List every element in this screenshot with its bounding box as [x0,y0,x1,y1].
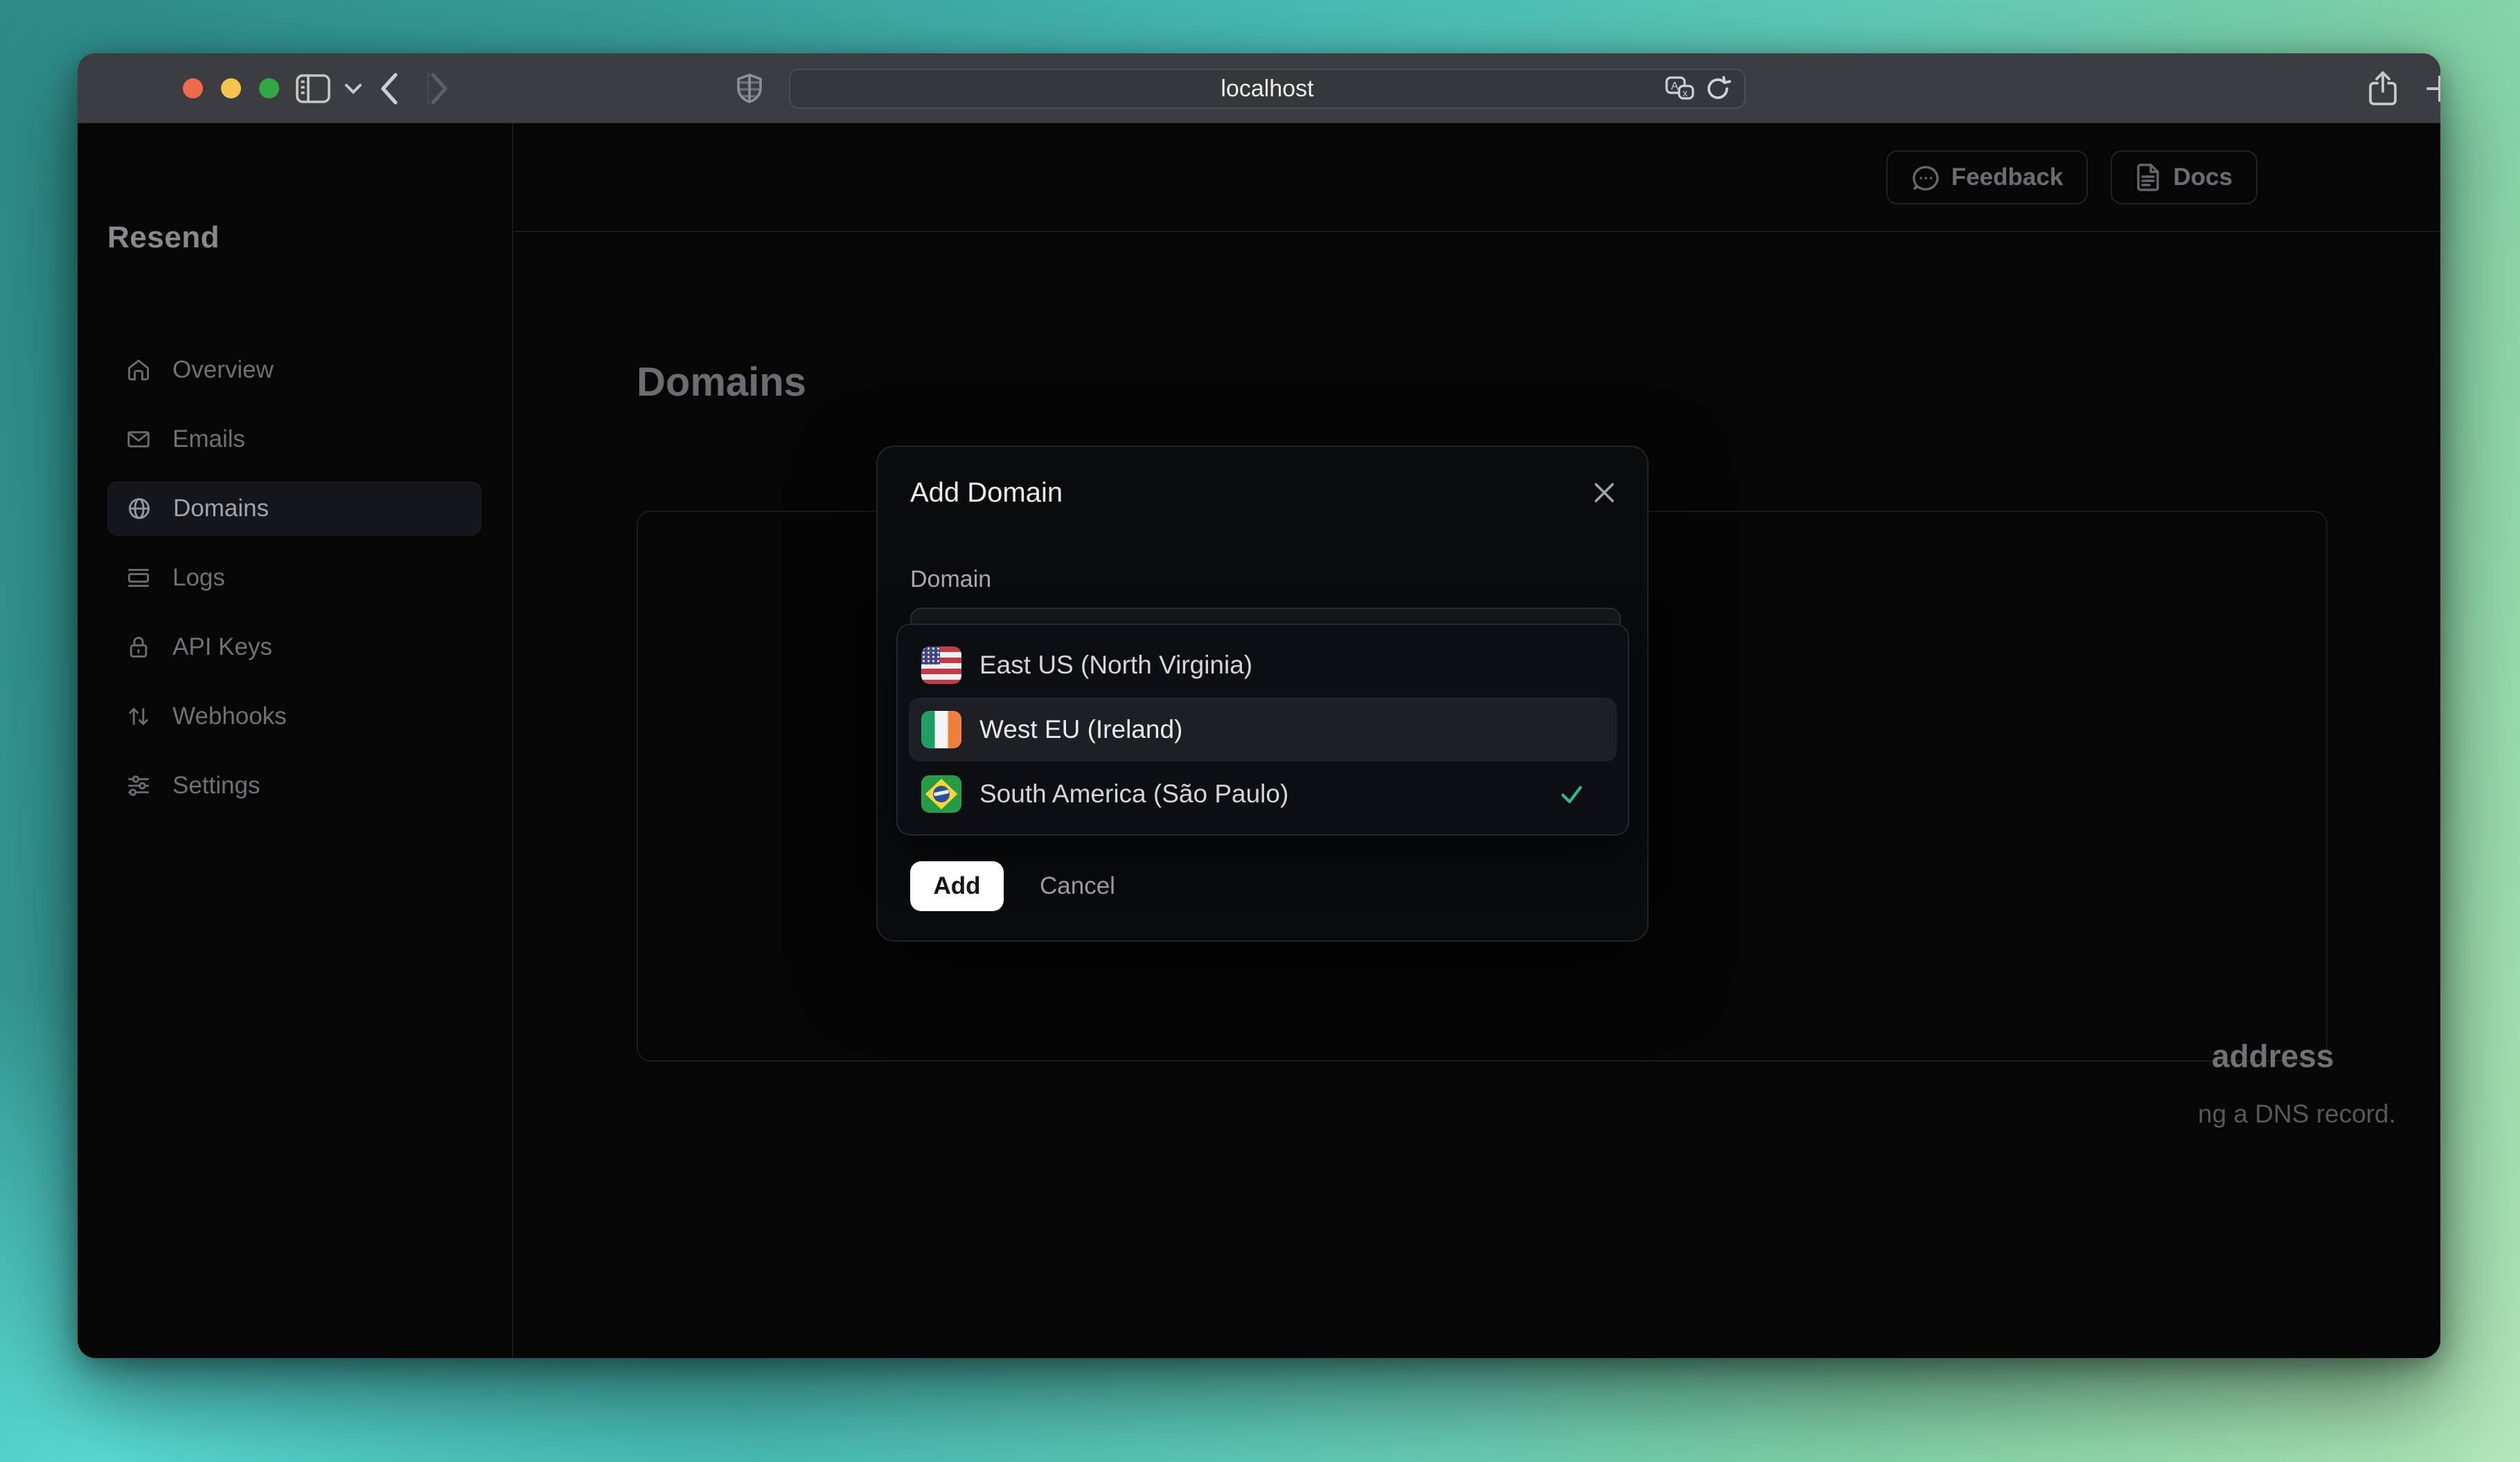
home-icon [125,357,152,383]
arrows-updown-icon [125,703,152,730]
region-option-label: West EU (Ireland) [979,715,1183,743]
back-icon[interactable] [369,53,410,123]
lock-icon [125,634,152,660]
globe-icon [126,495,152,522]
sidebar-item-settings[interactable]: Settings [107,759,481,813]
region-option-label: East US (North Virginia) [979,651,1253,679]
browser-window: localhost A x Resend Overview Emails Dom… [78,53,2440,1358]
close-icon[interactable] [1592,480,1617,505]
brazil-flag-icon [921,775,961,813]
region-dropdown: East US (North Virginia) West EU (Irelan… [896,624,1629,836]
sliders-icon [125,773,152,799]
sidebar-item-label: Domains [173,495,269,522]
check-icon [1559,781,1585,807]
address-bar[interactable]: localhost A x [789,69,1746,109]
chevron-down-icon[interactable] [339,53,367,123]
sidebar-item-label: Settings [172,772,260,799]
sidebar-item-label: Emails [172,425,246,452]
empty-state-heading-fragment: address [2212,1038,2334,1074]
sidebar-item-label: Logs [172,564,225,591]
docs-button-label: Docs [2173,164,2233,191]
empty-state-body-fragment: ng a DNS record. [2198,1100,2396,1128]
region-option-east-us[interactable]: East US (North Virginia) [909,633,1617,697]
share-icon[interactable] [2361,53,2405,123]
add-button[interactable]: Add [910,861,1004,911]
translate-icon[interactable]: A x [1665,76,1694,101]
sidebar-item-emails[interactable]: Emails [107,412,481,466]
feedback-button[interactable]: Feedback [1885,150,2088,204]
sidebar-item-label: API Keys [172,633,272,660]
region-option-south-america[interactable]: South America (São Paulo) [909,762,1617,826]
modal-title: Add Domain [910,477,1063,508]
ireland-flag-icon [921,711,961,748]
sidebar-item-label: Webhooks [172,703,287,730]
sidebar-item-api-keys[interactable]: API Keys [107,620,481,674]
feedback-bubble-icon [1911,164,1939,191]
region-option-west-eu[interactable]: West EU (Ireland) [909,698,1617,761]
svg-text:x: x [1683,87,1687,98]
traffic-lights [183,53,279,123]
close-window-button[interactable] [183,78,203,98]
sidebar-toggle-icon[interactable] [292,53,334,123]
minimize-window-button[interactable] [221,78,241,98]
sidebar-item-webhooks[interactable]: Webhooks [107,689,481,743]
sidebar-item-label: Overview [172,356,274,383]
app-content: Resend Overview Emails Domains Logs API … [78,123,2440,1358]
svg-text:A: A [1671,80,1678,92]
us-flag-icon [921,646,961,684]
page-title: Domains [637,360,806,405]
sidebar-item-logs[interactable]: Logs [107,551,481,605]
region-option-label: South America (São Paulo) [979,780,1289,808]
sidebar-nav: Overview Emails Domains Logs API Keys We… [107,343,481,828]
logs-icon [125,565,152,591]
domain-field-label: Domain [910,566,992,592]
app-header: Feedback Docs [513,123,2440,232]
sidebar: Resend Overview Emails Domains Logs API … [78,123,513,1358]
add-domain-modal: Add Domain Domain East US (North Virgini… [876,446,1649,942]
document-icon [2136,164,2160,191]
browser-titlebar: localhost A x [78,53,2440,123]
forward-icon[interactable] [418,53,460,123]
feedback-button-label: Feedback [1951,164,2064,191]
sidebar-item-domains[interactable]: Domains [107,482,481,536]
mail-icon [125,426,152,452]
cancel-button[interactable]: Cancel [1040,872,1115,900]
url-text: localhost [1221,75,1314,102]
app-logo: Resend [107,220,220,254]
new-tab-icon[interactable] [2417,53,2440,123]
docs-button[interactable]: Docs [2111,150,2257,204]
zoom-window-button[interactable] [259,78,279,98]
shield-icon[interactable] [729,53,770,123]
reload-icon[interactable] [1704,75,1732,103]
sidebar-item-overview[interactable]: Overview [107,343,481,397]
